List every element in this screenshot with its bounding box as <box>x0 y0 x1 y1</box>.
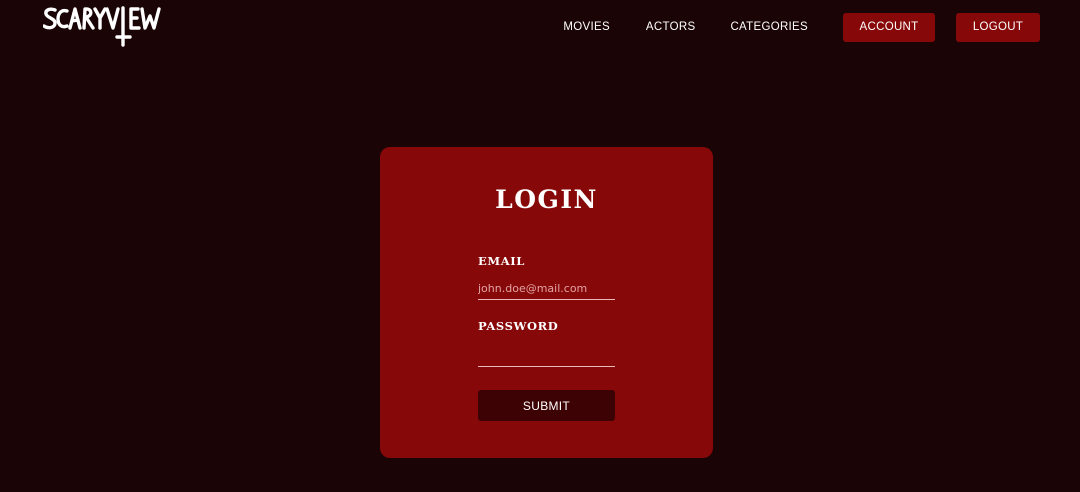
brand-logo[interactable] <box>43 4 177 48</box>
scaryview-logo-icon <box>43 6 161 47</box>
nav-link-movies[interactable]: MOVIES <box>563 21 610 33</box>
nav-link-actors[interactable]: ACTORS <box>646 21 696 33</box>
page: MOVIES ACTORS CATEGORIES ACCOUNT LOGOUT … <box>0 0 1080 492</box>
login-title: LOGIN <box>495 185 598 214</box>
account-button[interactable]: ACCOUNT <box>843 12 935 42</box>
password-label: PASSWORD <box>478 319 559 333</box>
password-field[interactable] <box>478 344 615 367</box>
login-card: LOGIN EMAIL PASSWORD SUBMIT <box>380 147 713 458</box>
email-field[interactable] <box>478 277 615 300</box>
nav-link-categories[interactable]: CATEGORIES <box>730 21 808 33</box>
logout-button[interactable]: LOGOUT <box>956 12 1040 42</box>
main-nav: MOVIES ACTORS CATEGORIES ACCOUNT LOGOUT <box>563 12 1040 42</box>
submit-button[interactable]: SUBMIT <box>478 390 615 421</box>
email-label: EMAIL <box>478 254 525 268</box>
